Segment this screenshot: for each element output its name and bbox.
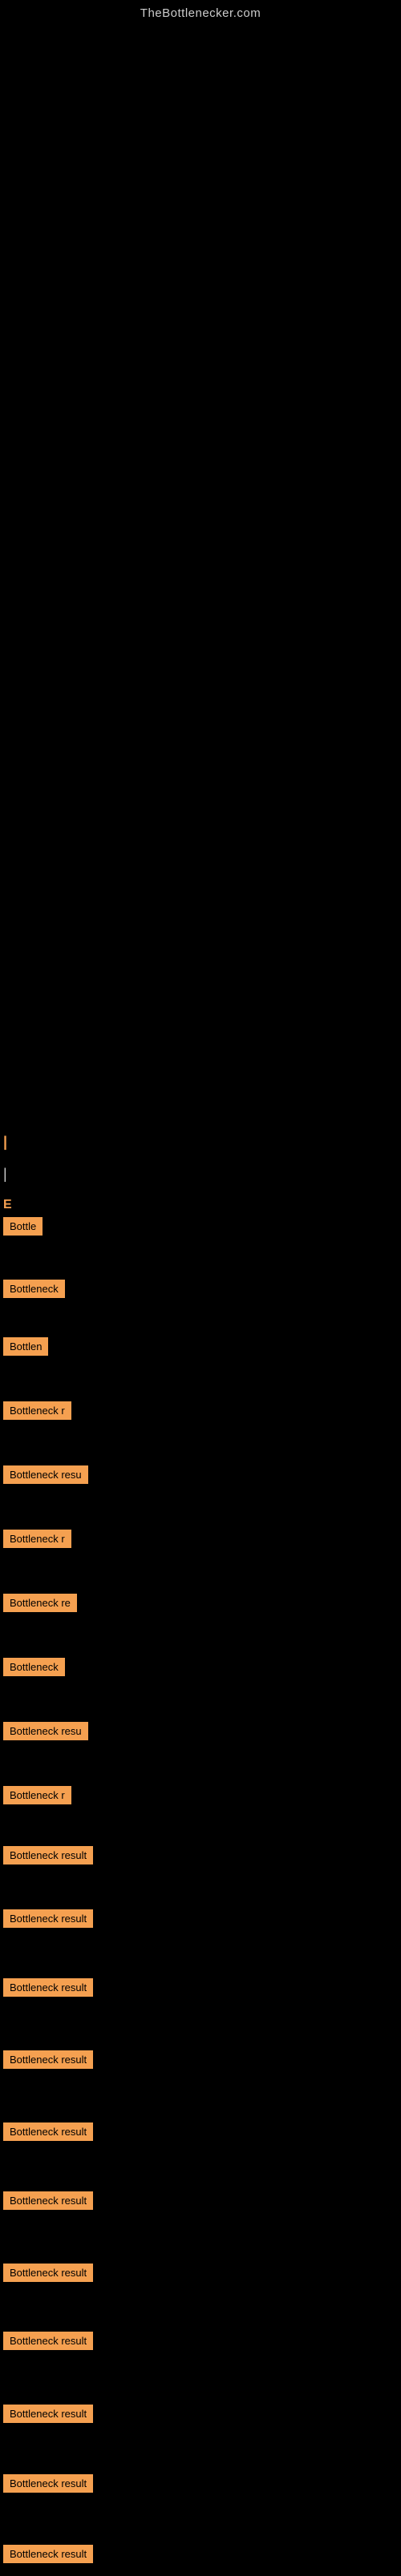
bottleneck-item-3[interactable]: Bottlen: [2, 1334, 48, 1359]
bottleneck-item-13[interactable]: Bottleneck result: [2, 1975, 93, 2000]
bottleneck-item-21[interactable]: Bottleneck result: [2, 2542, 93, 2566]
bottleneck-item-20[interactable]: Bottleneck result: [2, 2471, 93, 2496]
bottleneck-item-17[interactable]: Bottleneck result: [2, 2260, 93, 2285]
bottleneck-item-18[interactable]: Bottleneck result: [2, 2328, 93, 2353]
bottleneck-item-8[interactable]: Bottleneck: [2, 1655, 65, 1679]
content-area: | | E Bottle Bottleneck Bottlen Bottlene…: [0, 20, 401, 2576]
cursor-indicator-1: |: [3, 1134, 7, 1151]
bottleneck-item-19[interactable]: Bottleneck result: [2, 2401, 93, 2426]
bottleneck-item-6[interactable]: Bottleneck r: [2, 1526, 71, 1551]
cursor-indicator-2: |: [3, 1166, 7, 1183]
bottleneck-item-1[interactable]: Bottle: [2, 1214, 43, 1239]
bottleneck-item-7[interactable]: Bottleneck re: [2, 1590, 77, 1615]
bottleneck-item-4[interactable]: Bottleneck r: [2, 1398, 71, 1423]
bottleneck-item-11[interactable]: Bottleneck result: [2, 1843, 93, 1868]
site-title: TheBottlenecker.com: [0, 0, 401, 20]
bottleneck-item-15[interactable]: Bottleneck result: [2, 2119, 93, 2144]
bottleneck-item-14[interactable]: Bottleneck result: [2, 2047, 93, 2072]
bottleneck-item-2[interactable]: Bottleneck: [2, 1276, 65, 1301]
bottleneck-item-5[interactable]: Bottleneck resu: [2, 1462, 88, 1487]
bottleneck-item-16[interactable]: Bottleneck result: [2, 2188, 93, 2213]
bottleneck-item-12[interactable]: Bottleneck result: [2, 1906, 93, 1931]
bottleneck-item-10[interactable]: Bottleneck r: [2, 1783, 71, 1808]
bottleneck-item-9[interactable]: Bottleneck resu: [2, 1719, 88, 1744]
cursor-indicator-3: E: [3, 1198, 12, 1212]
